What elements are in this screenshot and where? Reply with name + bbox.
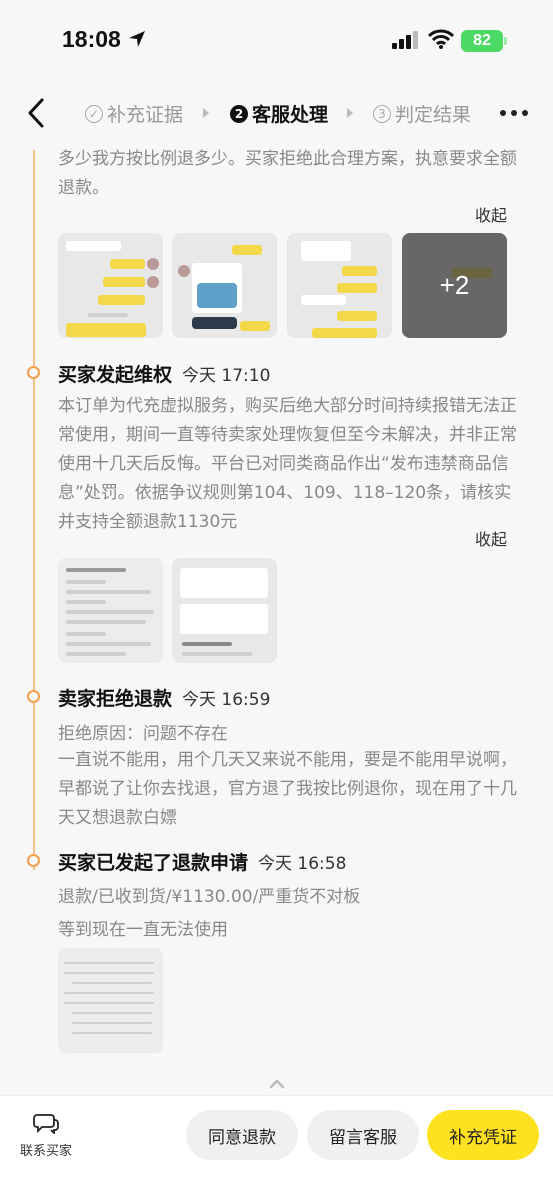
timeline-dot	[27, 690, 40, 703]
message-service-button[interactable]: 留言客服	[307, 1110, 419, 1160]
wifi-icon	[428, 29, 454, 49]
event-time: 今天 17:10	[182, 366, 271, 386]
event-title: 买家发起维权	[58, 364, 173, 386]
evidence-thumbnail[interactable]	[58, 558, 163, 663]
battery-icon: 82	[461, 30, 503, 52]
location-arrow-icon	[129, 31, 145, 47]
step-verdict[interactable]: 3 判定结果	[373, 100, 471, 127]
evidence-thumbnail-more[interactable]: +2	[402, 233, 507, 338]
status-bar: 18:08 82	[0, 0, 553, 84]
contact-buyer-button[interactable]: 联系买家	[20, 1112, 72, 1159]
step-number: 3	[373, 104, 391, 123]
evidence-thumbnail[interactable]	[172, 233, 277, 338]
event-title: 买家已发起了退款申请	[58, 852, 249, 874]
step-check-icon: ✓	[85, 104, 103, 123]
evidence-thumbnail[interactable]	[172, 558, 277, 663]
step-service-handling[interactable]: 2 客服处理	[230, 100, 328, 127]
chat-bubble-icon	[33, 1114, 59, 1134]
evidence-thumbnail[interactable]	[58, 233, 163, 338]
event-title: 卖家拒绝退款	[58, 688, 173, 710]
step-chevron-icon	[347, 108, 353, 118]
bottom-action-bar: 联系买家 同意退款 留言客服 补充凭证	[0, 1095, 553, 1200]
evidence-thumbnail[interactable]	[287, 233, 392, 338]
more-options-icon[interactable]	[500, 110, 528, 116]
event-description: 多少我方按比例退多少。买家拒绝此合理方案，执意要求全额退款。	[58, 149, 517, 198]
collapse-link[interactable]: 收起	[475, 202, 507, 226]
timeline-dot	[27, 854, 40, 867]
supplement-evidence-button[interactable]: 补充凭证	[427, 1110, 539, 1160]
event-header: 买家发起维权 今天 17:10	[58, 360, 270, 387]
collapse-link[interactable]: 收起	[475, 526, 507, 550]
timeline-dot	[27, 366, 40, 379]
step-number: 2	[230, 104, 248, 123]
back-chevron-icon[interactable]	[22, 96, 52, 130]
timeline-line	[33, 150, 35, 870]
evidence-thumbnail[interactable]	[58, 948, 163, 1053]
step-label: 补充证据	[107, 104, 184, 126]
progress-nav: ✓ 补充证据 2 客服处理 3 判定结果	[0, 88, 553, 138]
battery-tip	[504, 37, 507, 45]
scroll-up-chevron-icon[interactable]	[268, 1078, 286, 1090]
step-chevron-icon	[203, 108, 209, 118]
event-description: 一直说不能用，用个几天又来说不能用，要是不能用早说啊，早都说了让你去找退，官方退…	[58, 750, 517, 828]
event-header: 卖家拒绝退款 今天 16:59	[58, 684, 270, 711]
cellular-signal-icon	[392, 31, 418, 49]
step-supplement-evidence[interactable]: ✓ 补充证据	[85, 100, 183, 127]
contact-buyer-label: 联系买家	[20, 1144, 73, 1159]
refund-note: 等到现在一直无法使用	[58, 920, 228, 940]
event-time: 今天 16:58	[258, 854, 347, 874]
refund-detail: 退款/已收到货/¥1130.00/严重货不对板	[58, 887, 361, 907]
agree-refund-button[interactable]: 同意退款	[186, 1110, 298, 1160]
step-label: 客服处理	[252, 104, 329, 126]
refusal-reason: 拒绝原因：问题不存在	[58, 724, 228, 744]
more-images-count: +2	[402, 233, 507, 338]
status-time: 18:08	[62, 26, 121, 52]
event-time: 今天 16:59	[182, 690, 271, 710]
event-header: 买家已发起了退款申请 今天 16:58	[58, 848, 346, 875]
step-label: 判定结果	[395, 104, 472, 126]
event-description: 本订单为代充虚拟服务，购买后绝大部分时间持续报错无法正常使用，期间一直等待卖家处…	[58, 396, 517, 532]
